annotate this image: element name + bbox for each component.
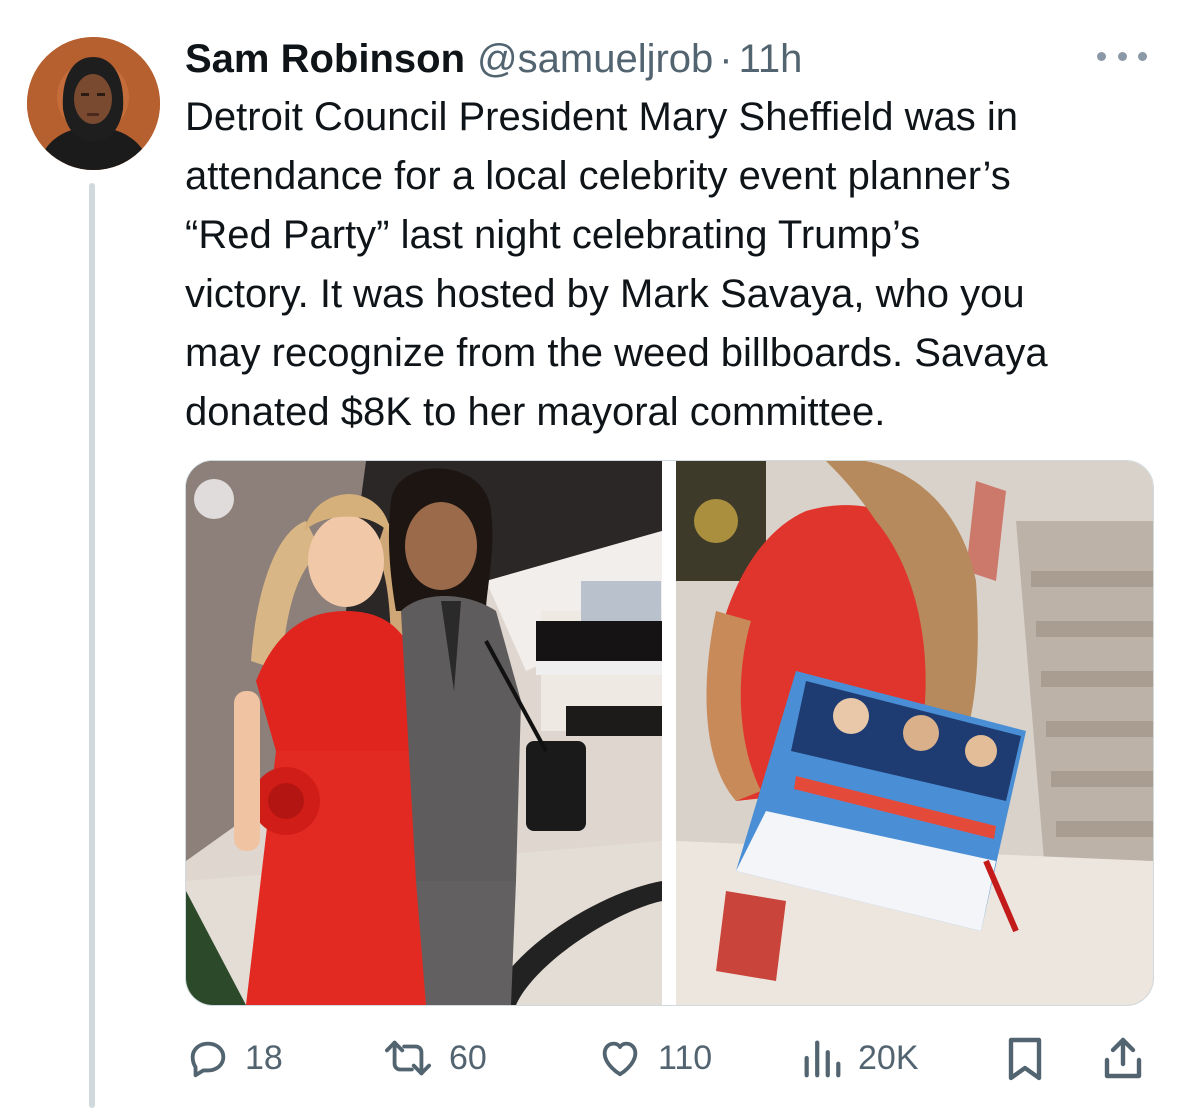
author-name[interactable]: Sam Robinson — [185, 37, 465, 82]
retweet-icon — [381, 1035, 435, 1081]
more-dot — [1117, 51, 1127, 61]
media-photo-1[interactable] — [186, 461, 662, 1005]
tweet-actions: 18 60 110 20K — [185, 1030, 1147, 1086]
like-count: 110 — [658, 1038, 713, 1077]
photo-two-women-staircase — [186, 461, 662, 1005]
tweet-media[interactable] — [185, 460, 1154, 1006]
retweet-button[interactable]: 60 — [381, 1030, 487, 1086]
views-count: 20K — [858, 1038, 919, 1077]
tweet-header: Sam Robinson @samueljrob · 11h — [185, 33, 802, 85]
heart-icon — [596, 1035, 644, 1081]
reply-icon — [185, 1035, 231, 1081]
reply-count: 18 — [245, 1038, 283, 1077]
thread-line — [89, 183, 95, 1108]
photo-red-party-bag — [676, 461, 1153, 1005]
share-icon — [1101, 1034, 1145, 1082]
more-dot — [1097, 51, 1106, 61]
avatar-image — [27, 37, 160, 170]
share-button[interactable] — [1101, 1030, 1145, 1086]
like-button[interactable]: 110 — [596, 1030, 712, 1086]
bookmark-button[interactable] — [1003, 1030, 1047, 1086]
bookmark-icon — [1003, 1034, 1047, 1082]
media-gap — [662, 461, 676, 1005]
media-photo-2[interactable] — [676, 461, 1153, 1005]
author-handle[interactable]: @samueljrob — [477, 37, 713, 82]
author-avatar[interactable] — [27, 37, 160, 170]
views-chart-icon — [800, 1035, 844, 1081]
header-separator: · — [719, 36, 733, 81]
more-dot — [1138, 51, 1147, 61]
more-horizontal-icon[interactable] — [1097, 40, 1147, 72]
retweet-count: 60 — [449, 1038, 487, 1077]
views-button[interactable]: 20K — [800, 1030, 919, 1086]
tweet-text: Detroit Council President Mary Sheffield… — [185, 95, 1048, 434]
reply-button[interactable]: 18 — [185, 1030, 283, 1086]
tweet-timestamp[interactable]: 11h — [739, 37, 803, 82]
